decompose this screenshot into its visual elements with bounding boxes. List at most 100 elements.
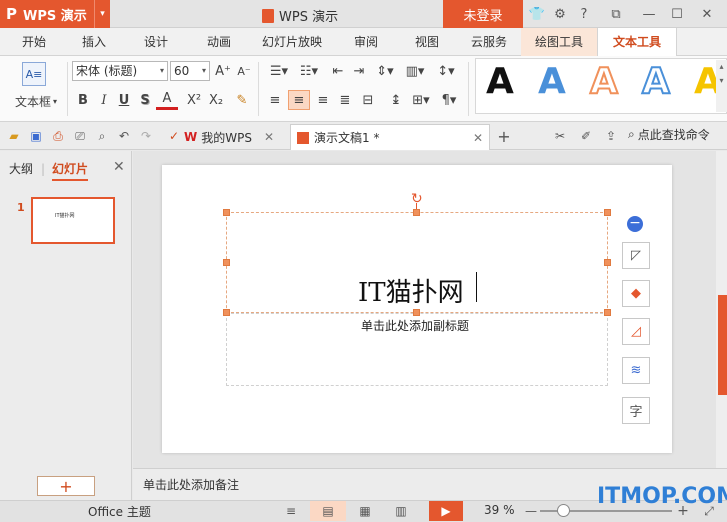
tab-outline[interactable]: 大纲	[9, 160, 33, 177]
shadow-button[interactable]: S	[136, 90, 154, 110]
tab-slides[interactable]: 幻灯片	[52, 160, 89, 181]
new-tab-icon[interactable]: +	[496, 127, 512, 146]
fill-bucket-icon[interactable]: ◆	[622, 280, 650, 307]
resize-handle[interactable]	[413, 309, 420, 316]
columns-icon[interactable]: ▥▾	[402, 62, 428, 80]
art-style-black[interactable]: A	[486, 61, 514, 102]
restore-icon[interactable]: ⧉	[607, 5, 625, 23]
decrease-indent-icon[interactable]: ⇤	[329, 62, 347, 80]
bullet-list-icon[interactable]: ☰▾	[266, 62, 292, 80]
slide-sorter-icon[interactable]: ▦	[354, 501, 376, 521]
resize-handle[interactable]	[223, 259, 230, 266]
shrink-font-button[interactable]: A⁻	[235, 62, 253, 80]
tab-start[interactable]: 开始	[8, 28, 60, 56]
resize-handle[interactable]	[604, 209, 611, 216]
close-icon[interactable]: ✕	[473, 131, 483, 145]
close-icon[interactable]: ✕	[698, 5, 716, 23]
login-button[interactable]: 未登录	[443, 0, 523, 28]
resize-handle[interactable]	[604, 259, 611, 266]
tab-document[interactable]: 演示文稿1 * ✕	[290, 124, 490, 150]
justify-icon[interactable]: ≣	[336, 90, 354, 110]
edit-shape-icon[interactable]: ◸	[622, 242, 650, 269]
tools-icon[interactable]: ✂	[552, 128, 568, 144]
maximize-icon[interactable]: ☐	[668, 5, 686, 23]
shirt-icon[interactable]: 👕	[528, 5, 546, 23]
tab-my-wps[interactable]: W 我的WPS ✕	[184, 126, 274, 148]
normal-view-icon[interactable]: ▤	[310, 501, 346, 521]
customize-toolbar-icon[interactable]: ✓	[166, 128, 182, 144]
layers-icon[interactable]: ≋	[622, 357, 650, 384]
paragraph-spacing-icon[interactable]: ↨	[386, 90, 406, 110]
tab-drawing-tools[interactable]: 绘图工具	[521, 28, 597, 56]
italic-button[interactable]: I	[95, 90, 113, 110]
textbox-button[interactable]: 文本框 ▾	[8, 92, 64, 110]
notes-placeholder[interactable]: 单击此处添加备注	[143, 476, 239, 493]
align-center-icon[interactable]: ≡	[288, 90, 310, 110]
underline-button[interactable]: U	[115, 90, 133, 110]
add-slide-button[interactable]: +	[37, 476, 95, 496]
notes-toggle-icon[interactable]: ≡	[281, 501, 301, 521]
font-size-select[interactable]: 60 ▾	[170, 61, 210, 81]
art-style-blue[interactable]: A	[538, 61, 566, 102]
tab-animation[interactable]: 动画	[193, 28, 245, 56]
save-icon[interactable]: ▣	[28, 128, 44, 144]
textbox-icon[interactable]: A≡	[22, 62, 46, 86]
text-direction-icon[interactable]: ↕▾	[433, 62, 459, 80]
scrollbar-thumb[interactable]	[718, 295, 727, 395]
slide-title-text[interactable]: IT猫扑网	[358, 272, 464, 309]
subscript-button[interactable]: X₂	[206, 90, 226, 110]
tab-view[interactable]: 视图	[401, 28, 453, 56]
clear-format-icon[interactable]: ✎	[233, 90, 251, 110]
print-icon[interactable]: ⎚	[72, 128, 88, 144]
zoom-slider-knob[interactable]	[557, 504, 570, 517]
paragraph-settings-icon[interactable]: ¶▾	[436, 90, 462, 110]
undo-icon[interactable]: ↶	[116, 128, 132, 144]
tab-slideshow[interactable]: 幻灯片放映	[256, 28, 328, 56]
close-icon[interactable]: ✕	[264, 130, 274, 144]
line-spacing-icon[interactable]: ⇕▾	[372, 62, 398, 80]
open-folder-icon[interactable]: ▰	[6, 128, 22, 144]
bold-button[interactable]: B	[74, 90, 92, 110]
format-painter-icon[interactable]: ✐	[578, 128, 594, 144]
grow-font-button[interactable]: A⁺	[214, 62, 232, 80]
font-color-button[interactable]: A	[156, 90, 178, 110]
art-style-blue-outline[interactable]: A	[641, 60, 671, 103]
reading-view-icon[interactable]: ▥	[390, 501, 412, 521]
chevron-down-icon[interactable]: ▾	[94, 0, 110, 28]
gallery-scroll[interactable]: ▴ ▾	[716, 60, 727, 112]
subtitle-placeholder-text[interactable]: 单击此处添加副标题	[361, 317, 469, 334]
align-right-icon[interactable]: ≡	[314, 90, 332, 110]
resize-handle[interactable]	[223, 209, 230, 216]
resize-handle[interactable]	[413, 209, 420, 216]
art-style-orange-outline[interactable]: A	[589, 60, 619, 103]
increase-indent-icon[interactable]: ⇥	[350, 62, 368, 80]
wps-menu-button[interactable]: P WPS 演示 ▾	[0, 0, 110, 28]
minimize-icon[interactable]: —	[640, 5, 658, 23]
export-pdf-icon[interactable]: ⎙	[50, 128, 66, 144]
settings-icon[interactable]: ⚙	[551, 5, 569, 23]
collapse-tools-icon[interactable]: −	[627, 216, 643, 232]
font-name-select[interactable]: 宋体 (标题) ▾	[72, 61, 168, 81]
numbered-list-icon[interactable]: ☷▾	[296, 62, 322, 80]
outline-pen-icon[interactable]: ◿	[622, 318, 650, 345]
vertical-align-icon[interactable]: ⊞▾	[408, 90, 434, 110]
redo-icon[interactable]: ↷	[138, 128, 154, 144]
tab-insert[interactable]: 插入	[68, 28, 120, 56]
tab-text-tools[interactable]: 文本工具	[597, 28, 677, 57]
slide-thumbnail[interactable]: IT猫扑网	[31, 197, 115, 244]
text-format-icon[interactable]: 字	[622, 397, 650, 424]
command-search[interactable]: ⌕ 点此查找命令	[628, 126, 710, 143]
zoom-out-button[interactable]: —	[524, 501, 538, 521]
superscript-button[interactable]: X²	[184, 90, 204, 110]
tab-cloud[interactable]: 云服务	[462, 28, 516, 56]
share-icon[interactable]: ⇪	[603, 128, 619, 144]
distribute-icon[interactable]: ⊟	[358, 90, 378, 110]
align-left-icon[interactable]: ≡	[266, 90, 284, 110]
close-icon[interactable]: ✕	[113, 159, 125, 175]
resize-handle[interactable]	[223, 309, 230, 316]
help-icon[interactable]: ?	[575, 5, 593, 23]
play-slideshow-button[interactable]: ▶	[429, 501, 463, 521]
resize-handle[interactable]	[604, 309, 611, 316]
print-preview-icon[interactable]: ⌕	[94, 128, 110, 144]
tab-design[interactable]: 设计	[130, 28, 182, 56]
